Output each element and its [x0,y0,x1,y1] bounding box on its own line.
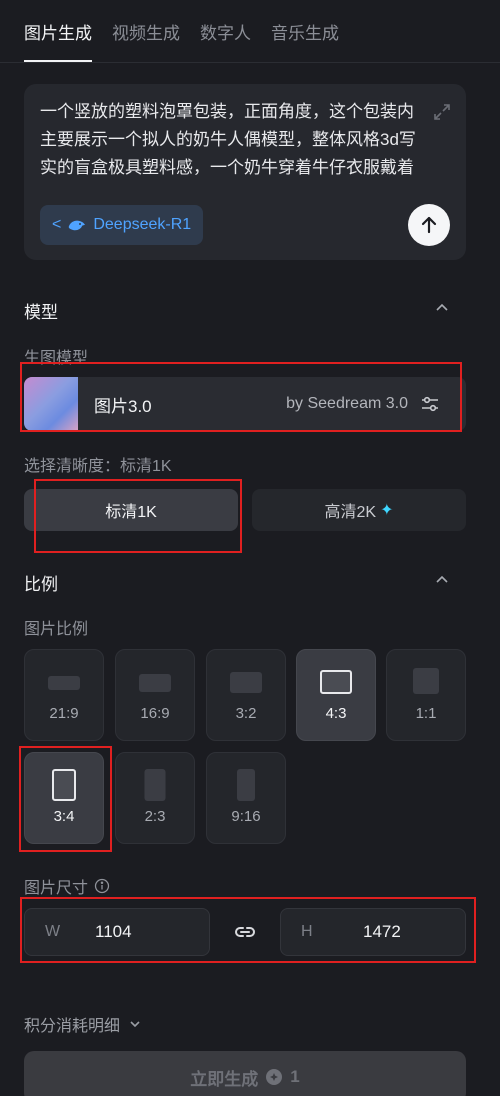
send-button[interactable] [408,204,450,246]
height-value[interactable]: 1472 [363,922,401,942]
model-thumbnail [24,377,78,431]
ratio-shape [413,668,439,694]
model-provider: by Seedream 3.0 [286,395,408,412]
ratio-option-16-9[interactable]: 16:9 [115,649,195,741]
ratio-option-1-1[interactable]: 1:1 [386,649,466,741]
ratio-label: 2:3 [144,808,166,825]
ratio-shape [230,672,262,693]
link-icon[interactable] [233,922,257,942]
image-model-label: 生图模型 [24,350,89,367]
ratio-label: 16:9 [140,705,170,722]
resolution-label: 选择清晰度：标清1K [24,458,172,475]
resolution-2k-button[interactable]: 高清2K ✦ [252,489,466,531]
tab-video-generation[interactable]: 视频生成 [112,0,180,62]
ratio-label: 3:2 [235,705,257,722]
chevron-up-icon[interactable] [434,300,450,316]
prompt-textarea[interactable]: 一个竖放的塑料泡罩包装，正面角度，这个包装内主要展示一个拟人的奶牛人偶模型，整体… [40,98,420,182]
ratio-shape [48,676,80,690]
settings-sliders-icon[interactable] [420,394,440,414]
width-value[interactable]: 1104 [95,922,132,942]
expand-icon[interactable] [432,102,452,122]
ratio-section-title: 比例 [24,575,58,594]
ratio-option-21-9[interactable]: 21:9 [24,649,104,741]
ratio-option-2-3[interactable]: 2:3 [115,752,195,844]
ratio-option-4-3[interactable]: 4:3 [296,649,376,741]
ratio-label: 4:3 [325,705,347,722]
ratio-option-3-2[interactable]: 3:2 [206,649,286,741]
image-size-label-row: 图片尺寸 [24,874,110,898]
height-axis-label: H [301,923,313,940]
prompt-model-chip-label: Deepseek-R1 [93,216,192,233]
credit-coin-icon [266,1069,283,1085]
tab-bar: 图片生成 视频生成 数字人 音乐生成 [24,0,339,62]
generate-cost: 1 [290,1067,300,1086]
width-axis-label: W [45,923,61,940]
height-field[interactable]: H 1472 [280,908,466,956]
image-size-label: 图片尺寸 [24,880,89,897]
model-selector[interactable]: 图片3.0 by Seedream 3.0 [24,377,466,431]
ratio-label: 3:4 [53,808,75,825]
prompt-model-chip[interactable]: < Deepseek-R1 [40,205,204,245]
cost-details-label: 积分消耗明细 [24,1018,121,1035]
resolution-2k-label: 高清2K [324,504,377,521]
ratio-shape [52,769,76,801]
sparkle-icon: ✦ [380,502,394,519]
chevron-up-icon[interactable] [434,572,450,588]
ratio-shape [144,769,166,801]
info-icon[interactable] [94,878,110,894]
tab-divider [0,62,500,63]
deepseek-whale-icon [69,220,86,231]
tab-image-generation[interactable]: 图片生成 [24,0,92,62]
ratio-label: 1:1 [415,705,437,722]
ratio-label: 21:9 [49,705,79,722]
ratio-option-9-16[interactable]: 9:16 [206,752,286,844]
image-ratio-label: 图片比例 [24,621,89,638]
prompt-box[interactable]: 一个竖放的塑料泡罩包装，正面角度，这个包装内主要展示一个拟人的奶牛人偶模型，整体… [24,84,466,260]
resolution-1k-button[interactable]: 标清1K [24,489,238,531]
ratio-shape [320,670,352,694]
generate-label: 立即生成 [190,1069,259,1089]
ratio-option-3-4[interactable]: 3:4 [24,752,104,844]
model-section-title: 模型 [24,303,58,322]
arrow-up-icon [421,216,437,234]
tab-music-generation[interactable]: 音乐生成 [271,0,339,62]
chevron-down-icon [130,1021,140,1028]
generate-button[interactable]: 立即生成 1 [24,1051,466,1096]
chevron-left-icon: < [52,216,62,233]
ratio-label: 9:16 [231,808,261,825]
cost-details-toggle[interactable]: 积分消耗明细 [24,1012,142,1036]
width-field[interactable]: W 1104 [24,908,210,956]
tab-digital-human[interactable]: 数字人 [200,0,251,62]
model-name: 图片3.0 [94,396,152,416]
ratio-shape [237,769,255,801]
ratio-shape [139,674,171,692]
